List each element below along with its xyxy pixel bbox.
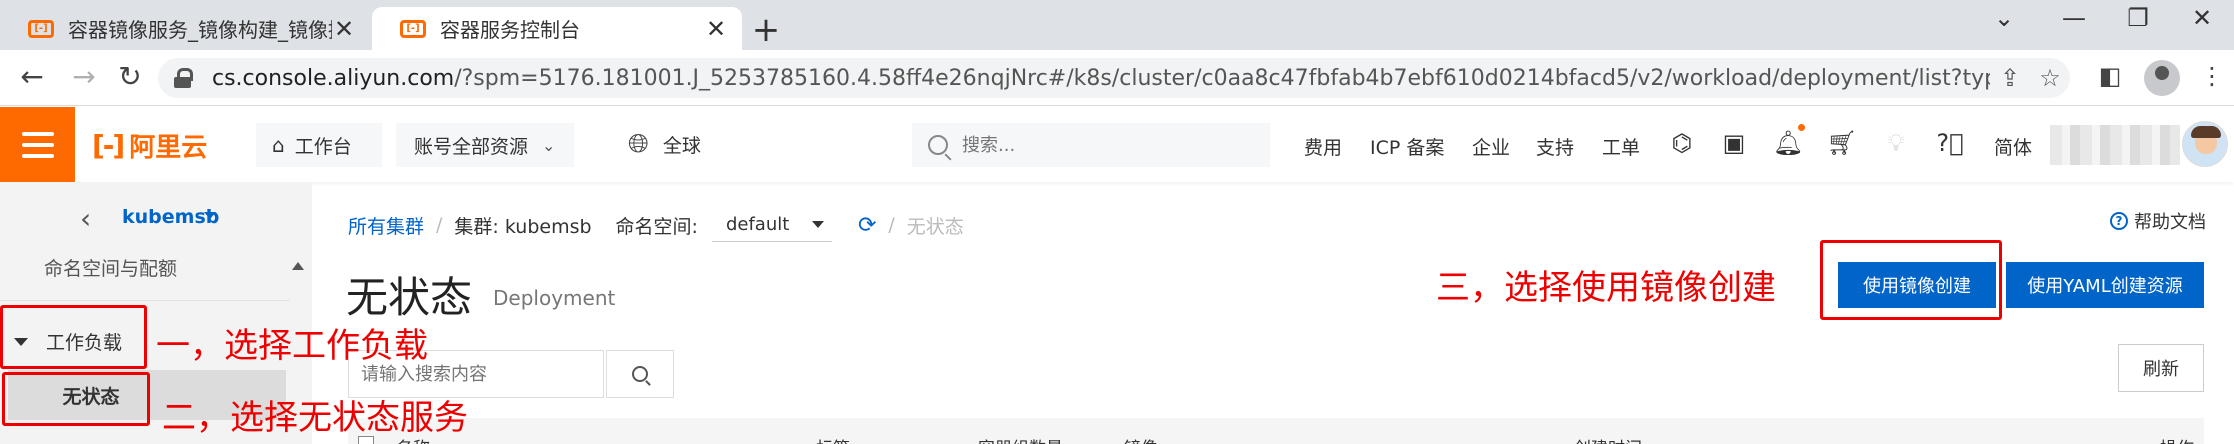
namespace-label: 命名空间: <box>615 215 698 238</box>
column-header-created[interactable]: 创建时间 <box>1574 434 1642 444</box>
refresh-icon[interactable]: ⟳ <box>858 213 876 238</box>
terminal-icon[interactable]: ▣ <box>1718 129 1750 157</box>
help-circle-icon[interactable]: ?⃝ <box>1934 129 1966 157</box>
annotation-box-create-image <box>1820 240 2002 320</box>
browser-tab-strip: [-] 容器镜像服务_镜像构建_镜像授权 ✕ [-] 容器服务控制台 ✕ + ⌄… <box>0 0 2234 50</box>
help-doc-link[interactable]: ? 帮助文档 <box>2110 208 2206 234</box>
url-host: cs.console.aliyun.com <box>212 65 455 91</box>
annotation-box-workload <box>0 305 147 369</box>
cart-icon[interactable]: 🛒︎ <box>1826 129 1858 157</box>
namespace-select[interactable]: default <box>711 208 832 242</box>
chevron-left-icon[interactable]: ‹ <box>80 202 91 235</box>
region-label: 全球 <box>662 135 701 157</box>
annotation-step1: 一，选择工作负载 <box>156 326 428 366</box>
breadcrumb-all-clusters[interactable]: 所有集群 <box>348 212 424 239</box>
aliyun-favicon-icon: [-] <box>400 19 426 38</box>
breadcrumb-current: 无状态 <box>906 215 964 238</box>
share-icon[interactable]: ⇪ <box>1990 64 2030 92</box>
username-blurred[interactable] <box>2050 125 2180 165</box>
divider <box>0 300 290 301</box>
lock-icon <box>174 68 193 88</box>
breadcrumb-cluster: 集群: kubemsb <box>454 215 592 238</box>
back-arrow-icon[interactable]: ← <box>14 60 50 93</box>
annotation-box-stateless <box>2 372 150 426</box>
namespace-value: default <box>725 214 790 235</box>
console-top-nav: [-] 阿里云 ⌂ 工作台 账号全部资源 ⌄ 🌐︎ 全球 费用 ICP 备案 企… <box>0 107 2234 182</box>
tab-search-chevron-icon[interactable]: ⌄ <box>1984 4 2024 32</box>
search-icon <box>632 366 648 382</box>
minimize-icon[interactable]: — <box>2054 4 2094 32</box>
reload-icon[interactable]: ↻ <box>112 60 148 93</box>
annotation-step3: 三，选择使用镜像创建 <box>1436 268 1776 308</box>
browser-tab-console[interactable]: [-] 容器服务控制台 ✕ <box>372 7 742 50</box>
notification-bell-icon[interactable]: 🔔︎ <box>1772 129 1804 157</box>
page-subtitle: Deployment <box>493 286 616 310</box>
url-path: /?spm=5176.181001.J_5253785160.4.58ff4e2… <box>454 65 1990 91</box>
address-bar[interactable]: cs.console.aliyun.com/?spm=5176.181001.J… <box>158 58 2070 98</box>
tab-title: 容器服务控制台 <box>440 18 580 42</box>
logo-text: 阿里云 <box>129 132 208 163</box>
aliyun-logo-mark-icon: [-] <box>92 128 125 162</box>
chevron-down-icon: ⌄ <box>542 135 556 155</box>
language-switch[interactable]: 简体 <box>1994 133 2032 160</box>
dropdown-arrow-icon <box>811 221 824 228</box>
globe-icon: 🌐︎ <box>628 129 649 159</box>
support-link[interactable]: 支持 <box>1536 133 1574 160</box>
url-text[interactable]: cs.console.aliyun.com/?spm=5176.181001.J… <box>212 66 1990 91</box>
menu-hamburger-icon[interactable] <box>0 107 75 182</box>
browser-tab-registry[interactable]: [-] 容器镜像服务_镜像构建_镜像授权 ✕ <box>0 7 370 50</box>
account-resources-label: 账号全部资源 <box>414 135 529 158</box>
close-tab-icon[interactable]: ✕ <box>704 15 728 43</box>
user-avatar[interactable] <box>2182 121 2228 167</box>
new-tab-button[interactable]: + <box>748 10 784 50</box>
icp-link[interactable]: ICP 备案 <box>1370 133 1444 160</box>
breadcrumb-separator: / <box>888 214 895 236</box>
column-header-labels[interactable]: 标签 <box>816 434 850 444</box>
workbench-label: 工作台 <box>294 135 352 158</box>
side-panel-icon[interactable]: ◧ <box>2092 62 2128 90</box>
sidebar-item-namespace-quota[interactable]: 命名空间与配额 <box>44 254 177 281</box>
billing-link[interactable]: 费用 <box>1304 133 1342 160</box>
restore-icon[interactable]: ❐ <box>2118 4 2158 32</box>
search-icon <box>928 135 948 155</box>
lightbulb-icon[interactable]: 💡︎ <box>1880 129 1912 157</box>
account-resources-dropdown[interactable]: 账号全部资源 ⌄ <box>396 123 574 167</box>
forward-arrow-icon[interactable]: → <box>66 60 102 93</box>
console-search-input[interactable] <box>962 134 1222 156</box>
breadcrumb: 所有集群 / 集群: kubemsb 命名空间: default ⟳ / 无状态 <box>348 208 964 242</box>
ticket-link[interactable]: 工单 <box>1602 133 1640 160</box>
column-header-actions: 操作 <box>2160 434 2194 444</box>
close-window-icon[interactable]: ✕ <box>2182 4 2222 32</box>
bookmark-star-icon[interactable]: ☆ <box>2030 64 2070 92</box>
more-menu-icon[interactable]: ⋮ <box>2194 62 2230 90</box>
home-icon: ⌂ <box>272 133 285 157</box>
scroll-up-arrow-icon[interactable] <box>292 262 304 270</box>
table-header: 名称 标签 容器组数量 镜像 创建时间 操作 <box>348 418 2204 444</box>
aliyun-favicon-icon: [-] <box>28 19 54 38</box>
column-header-image[interactable]: 镜像 <box>1124 434 1158 444</box>
create-from-yaml-button[interactable]: 使用YAML创建资源 <box>2006 262 2204 308</box>
region-selector[interactable]: 🌐︎ 全球 <box>628 129 701 160</box>
tab-title: 容器镜像服务_镜像构建_镜像授权 <box>68 18 332 42</box>
question-circle-icon: ? <box>2110 212 2128 230</box>
profile-avatar-icon[interactable] <box>2144 60 2180 96</box>
notification-dot <box>1798 124 1805 131</box>
workbench-button[interactable]: ⌂ 工作台 <box>256 123 382 167</box>
api-icon[interactable]: ⌬ <box>1666 129 1698 157</box>
browser-toolbar: ← → ↻ cs.console.aliyun.com/?spm=5176.18… <box>0 50 2234 106</box>
breadcrumb-separator: / <box>436 214 443 236</box>
search-button[interactable] <box>606 350 674 398</box>
close-tab-icon[interactable]: ✕ <box>332 15 356 43</box>
column-header-pods[interactable]: 容器组数量 <box>978 434 1063 444</box>
console-search[interactable] <box>912 123 1270 167</box>
page-title: 无状态 <box>346 273 473 322</box>
enterprise-link[interactable]: 企业 <box>1472 133 1510 160</box>
caret-down-icon[interactable] <box>204 212 216 219</box>
annotation-step2: 二，选择无状态服务 <box>162 398 468 438</box>
help-doc-label: 帮助文档 <box>2134 212 2206 233</box>
aliyun-logo[interactable]: [-] 阿里云 <box>92 127 207 163</box>
refresh-button[interactable]: 刷新 <box>2118 344 2204 392</box>
